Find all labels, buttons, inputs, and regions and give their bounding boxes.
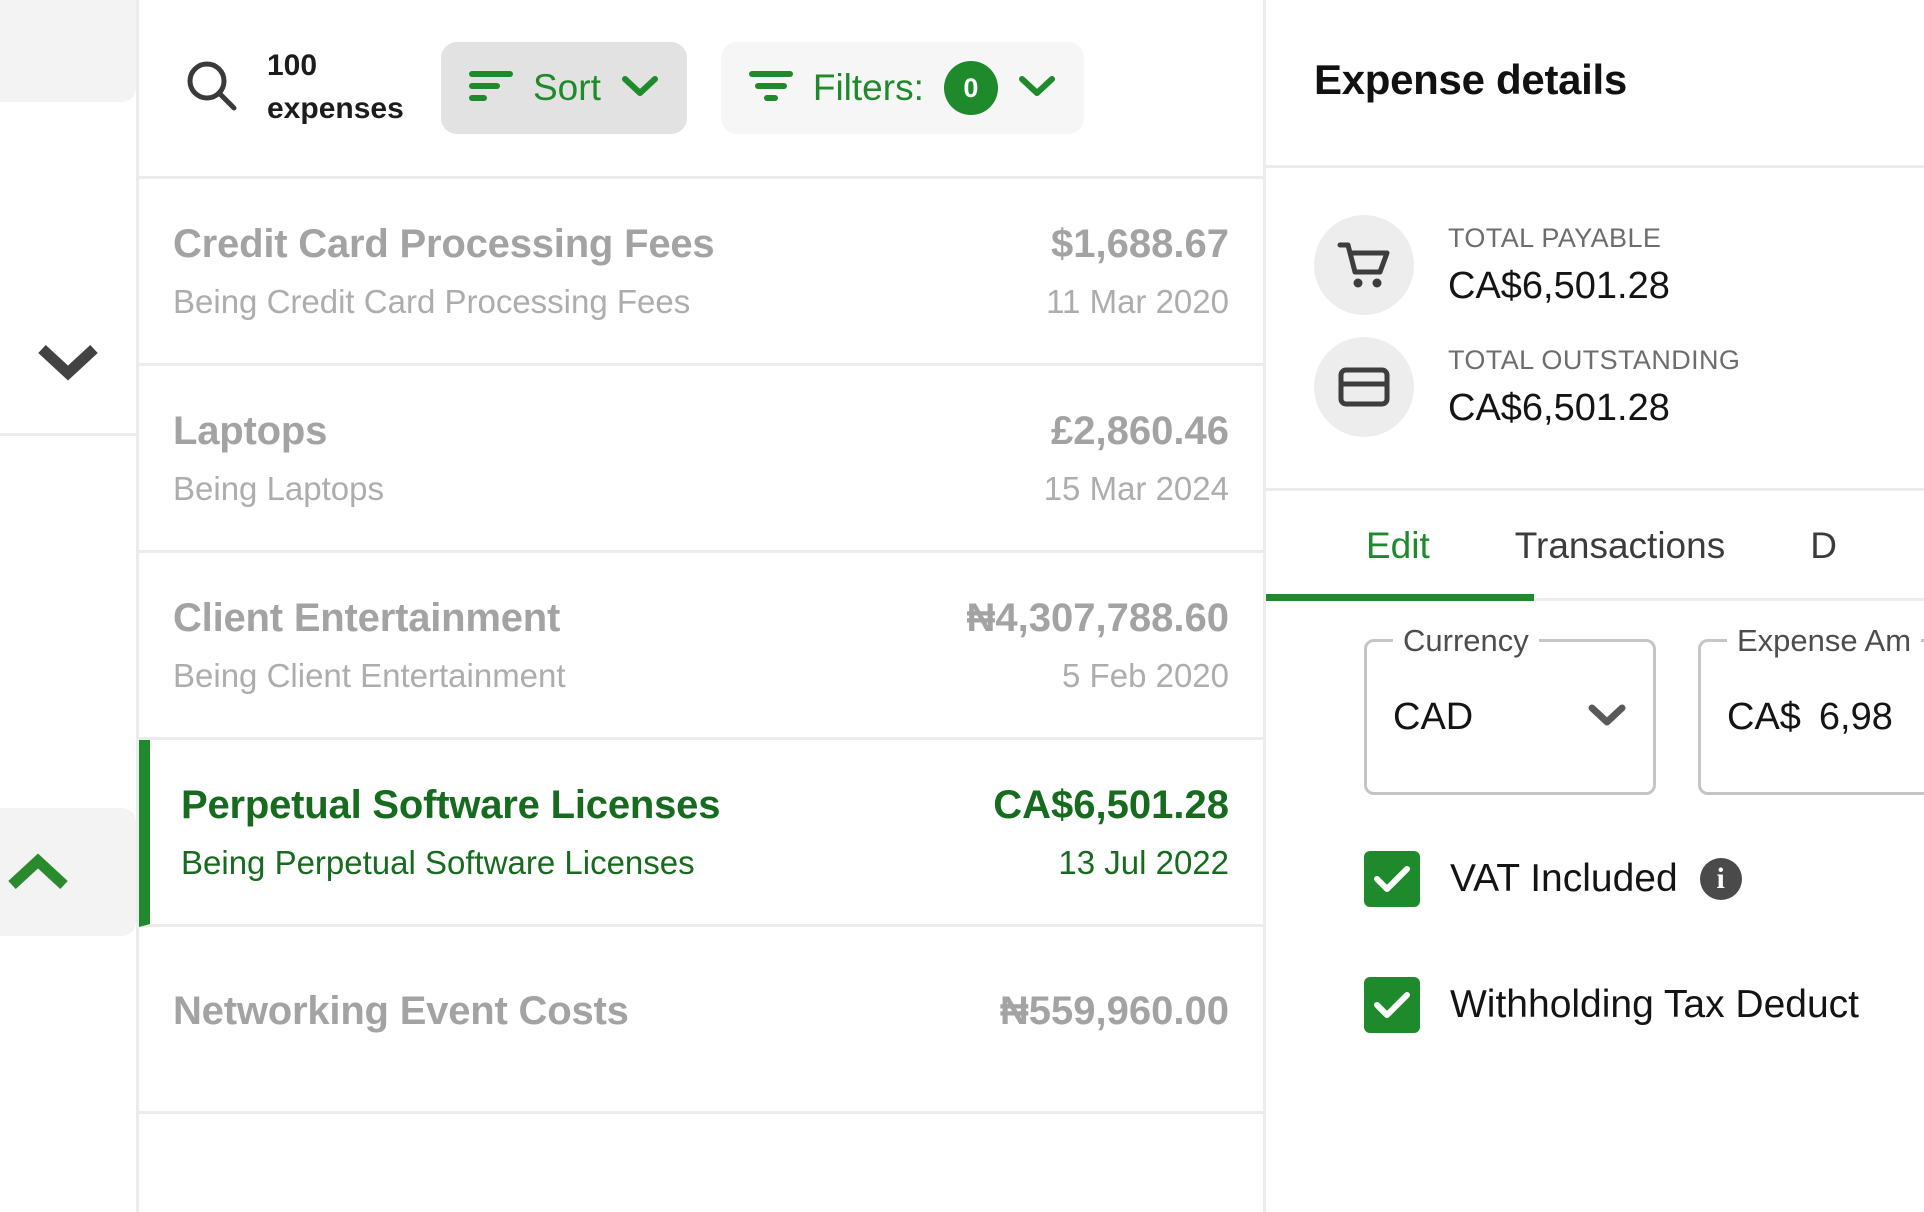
left-rail	[0, 0, 136, 1212]
expense-title: Laptops	[173, 408, 328, 453]
table-row[interactable]: Networking Event Costs ₦559,960.00	[139, 927, 1263, 1114]
expense-description: Being Credit Card Processing Fees	[173, 282, 691, 320]
tab-edit[interactable]: Edit	[1366, 525, 1430, 567]
edit-form: Currency CAD Expense Am CA$ 6,98 VAT Inc…	[1266, 601, 1924, 1033]
expense-title: Networking Event Costs	[173, 988, 629, 1033]
filters-label: Filters:	[812, 67, 924, 108]
chevron-down-icon	[621, 74, 659, 103]
rail-chip-top[interactable]	[0, 0, 136, 102]
expense-date: 13 Jul 2022	[1058, 843, 1229, 881]
table-row-selected[interactable]: Perpetual Software Licenses CA$6,501.28 …	[139, 740, 1263, 927]
rail-chip-bottom[interactable]	[0, 808, 136, 936]
expense-count: 100 expenses	[267, 45, 409, 130]
expense-amount-currency: CA$	[1727, 695, 1801, 738]
tab-documents[interactable]: D	[1810, 525, 1837, 567]
expense-date: 5 Feb 2020	[1062, 656, 1229, 694]
currency-value: CAD	[1393, 695, 1474, 738]
list-toolbar: 100 expenses Sort Filters: 0	[139, 0, 1263, 179]
expense-details-panel: Expense details TOTAL PAYABLE CA$6,501.2…	[1266, 0, 1924, 1212]
filters-button[interactable]: Filters: 0	[720, 42, 1084, 134]
chevron-up-icon	[7, 853, 69, 891]
summary-value: CA$6,501.28	[1448, 387, 1670, 430]
summary-label: TOTAL PAYABLE	[1448, 222, 1662, 253]
sort-button[interactable]: Sort	[441, 42, 687, 134]
expense-amount: $1,688.67	[1051, 221, 1229, 266]
filter-icon	[748, 68, 793, 109]
expense-amount-value: 6,98	[1818, 695, 1893, 738]
currency-label: Currency	[1393, 623, 1539, 659]
summary-total-outstanding: TOTAL OUTSTANDING CA$6,501.28	[1266, 326, 1924, 448]
expense-description: Being Client Entertainment	[173, 656, 566, 694]
expense-title: Client Entertainment	[173, 595, 561, 640]
expense-amount: £2,860.46	[1051, 408, 1229, 453]
expense-title: Credit Card Processing Fees	[173, 221, 715, 266]
checkbox-checked-icon[interactable]	[1364, 851, 1420, 907]
table-row[interactable]: Laptops £2,860.46 Being Laptops 15 Mar 2…	[139, 366, 1263, 553]
tab-active-indicator	[1266, 594, 1534, 601]
tab-transactions[interactable]: Transactions	[1515, 525, 1725, 567]
credit-card-icon	[1314, 337, 1414, 437]
table-row[interactable]: Client Entertainment ₦4,307,788.60 Being…	[139, 553, 1263, 740]
expenses-screen: 100 expenses Sort Filters: 0 Credit Card…	[0, 0, 1924, 1212]
expense-amount-field[interactable]: Expense Am CA$ 6,98	[1698, 623, 1924, 795]
expense-rows: Credit Card Processing Fees $1,688.67 Be…	[139, 179, 1263, 1114]
expense-description: Being Laptops	[173, 469, 385, 507]
sort-icon	[469, 68, 513, 109]
rail-collapse-down-button[interactable]	[0, 332, 136, 392]
expense-date: 15 Mar 2024	[1043, 469, 1229, 507]
detail-summary: TOTAL PAYABLE CA$6,501.28 TOTAL OUTSTAND…	[1266, 168, 1924, 491]
detail-header: Expense details	[1266, 0, 1924, 168]
expense-title: Perpetual Software Licenses	[181, 782, 721, 827]
expense-count-number: 100	[267, 49, 318, 83]
vat-included-checkbox-row[interactable]: VAT Included i	[1364, 851, 1742, 907]
search-icon	[183, 57, 241, 120]
chevron-down-icon	[37, 343, 99, 381]
summary-label: TOTAL OUTSTANDING	[1448, 344, 1741, 375]
expense-count-word: expenses	[267, 92, 404, 125]
expense-description: Being Perpetual Software Licenses	[181, 843, 695, 881]
expense-list-column: 100 expenses Sort Filters: 0 Credit Card…	[136, 0, 1266, 1212]
sort-label: Sort	[533, 67, 601, 108]
rail-divider	[0, 433, 136, 436]
expense-amount: ₦4,307,788.60	[966, 595, 1229, 640]
chevron-down-icon	[1018, 74, 1056, 103]
filters-count-badge: 0	[943, 61, 998, 115]
detail-tabs: Edit Transactions D	[1266, 491, 1924, 601]
expense-date: 11 Mar 2020	[1046, 282, 1229, 320]
expense-amount: ₦559,960.00	[999, 988, 1229, 1033]
expense-amount: CA$6,501.28	[993, 782, 1229, 827]
table-row[interactable]: Credit Card Processing Fees $1,688.67 Be…	[139, 179, 1263, 366]
shopping-cart-icon	[1314, 215, 1414, 315]
summary-total-payable: TOTAL PAYABLE CA$6,501.28	[1266, 204, 1924, 326]
summary-value: CA$6,501.28	[1448, 265, 1670, 308]
expense-amount-label: Expense Am	[1727, 623, 1922, 659]
search-button[interactable]	[169, 45, 255, 131]
chevron-down-icon	[1587, 702, 1627, 733]
withholding-tax-checkbox-row[interactable]: Withholding Tax Deduct	[1364, 977, 1859, 1033]
checkbox-checked-icon[interactable]	[1364, 977, 1420, 1033]
info-icon[interactable]: i	[1699, 858, 1742, 900]
withholding-tax-label: Withholding Tax Deduct	[1450, 983, 1860, 1026]
currency-select[interactable]: Currency CAD	[1364, 623, 1656, 795]
vat-included-label: VAT Included	[1450, 857, 1678, 900]
page-title: Expense details	[1314, 56, 1627, 103]
